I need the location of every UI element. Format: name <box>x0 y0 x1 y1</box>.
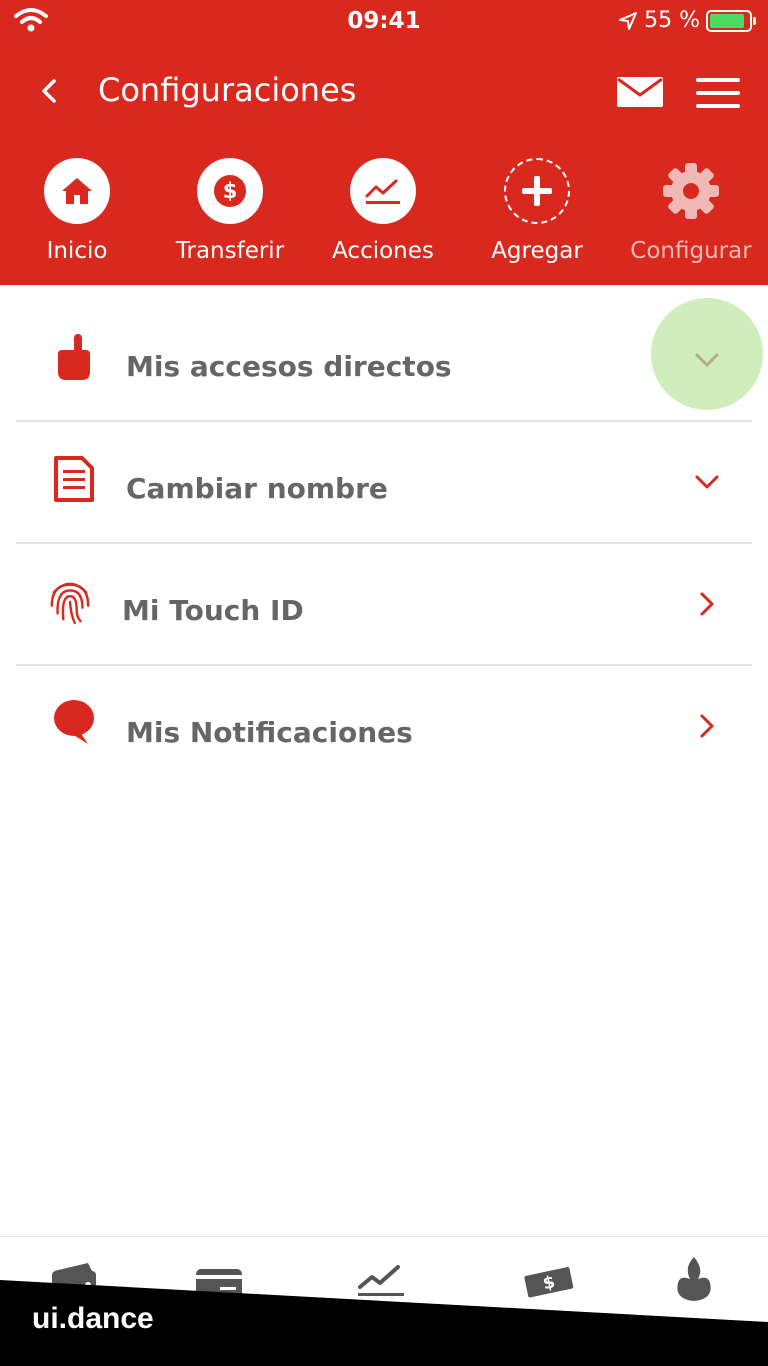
back-button[interactable] <box>32 73 68 109</box>
chevron-right-icon[interactable] <box>692 711 722 741</box>
status-bar: 09:41 55 % <box>0 0 768 44</box>
quick-label-transferir: Transferir <box>175 238 285 264</box>
quick-action-inicio[interactable]: Inicio <box>2 158 152 278</box>
quick-action-transferir[interactable]: $ Transferir <box>155 158 305 278</box>
row-label-touchid: Mi Touch ID <box>122 594 304 627</box>
settings-row-touchid[interactable]: Mi Touch ID <box>16 544 752 666</box>
fingerprint-icon <box>50 582 90 625</box>
status-right: 55 % <box>618 8 756 33</box>
battery-icon <box>706 9 756 32</box>
chat-bubble-icon <box>54 700 94 744</box>
chevron-down-icon[interactable] <box>692 345 722 375</box>
settings-list: Mis accesos directos Cambiar nombre Mi T… <box>16 298 763 788</box>
mail-icon[interactable] <box>616 75 664 109</box>
chart-line-icon <box>350 158 416 224</box>
menu-icon[interactable] <box>694 75 742 111</box>
quick-label-inicio: Inicio <box>46 238 108 264</box>
dollar-icon: $ <box>197 158 263 224</box>
location-arrow-icon <box>619 11 638 30</box>
nav-bar: Configuraciones <box>0 55 768 127</box>
quick-label-agregar: Agregar <box>491 238 583 264</box>
header: 09:41 55 % Configuraciones Inicio $ Tran… <box>0 0 768 285</box>
battery-percent: 55 % <box>644 8 700 33</box>
quick-actions: Inicio $ Transferir Acciones Agregar Con… <box>0 158 768 278</box>
svg-text:$: $ <box>223 179 238 203</box>
home-icon <box>44 158 110 224</box>
row-label-notificaciones: Mis Notificaciones <box>126 716 413 749</box>
quick-label-configurar: Configurar <box>630 238 752 264</box>
settings-row-notificaciones[interactable]: Mis Notificaciones <box>16 666 752 788</box>
chevron-right-icon[interactable] <box>692 589 722 619</box>
row-label-accesos: Mis accesos directos <box>126 350 452 383</box>
quick-action-agregar[interactable]: Agregar <box>462 158 612 278</box>
gear-icon <box>658 158 724 224</box>
settings-row-nombre[interactable]: Cambiar nombre <box>16 422 752 544</box>
quick-label-acciones: Acciones <box>332 238 434 264</box>
plus-icon <box>504 158 570 224</box>
row-label-nombre: Cambiar nombre <box>126 472 388 505</box>
chevron-down-icon[interactable] <box>692 467 722 497</box>
watermark-text: ui.dance <box>32 1302 154 1335</box>
document-icon <box>54 456 94 502</box>
quick-action-acciones[interactable]: Acciones <box>308 158 458 278</box>
pointing-hand-icon <box>58 334 90 380</box>
page-title: Configuraciones <box>98 71 357 109</box>
quick-action-configurar[interactable]: Configurar <box>616 158 766 278</box>
settings-row-accesos[interactable]: Mis accesos directos <box>16 298 763 422</box>
